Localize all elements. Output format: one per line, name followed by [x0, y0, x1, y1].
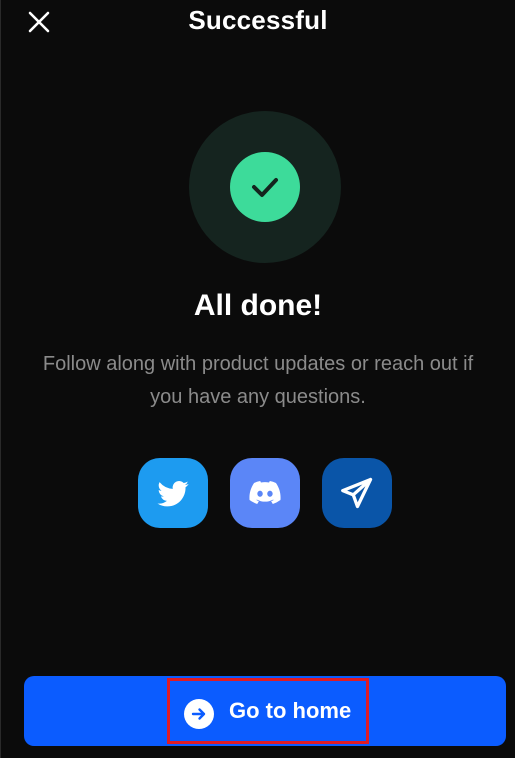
arrow-right-circle — [184, 699, 214, 729]
success-screen: Successful All done! Follow along with p… — [0, 0, 515, 758]
twitter-button[interactable] — [138, 458, 208, 528]
discord-button[interactable] — [230, 458, 300, 528]
header: Successful — [1, 0, 515, 44]
arrow-right-icon — [191, 708, 206, 720]
go-home-button-highlight[interactable]: Go to home — [167, 678, 369, 744]
success-badge — [189, 111, 341, 263]
telegram-button[interactable] — [322, 458, 392, 528]
success-circle — [230, 152, 300, 222]
page-title: Successful — [188, 5, 328, 35]
status-message: Follow along with product updates or rea… — [42, 353, 474, 408]
twitter-icon — [157, 481, 189, 507]
go-home-label: Go to home — [229, 698, 352, 723]
go-home-button[interactable]: Go to home — [24, 676, 506, 746]
discord-icon — [249, 481, 281, 504]
telegram-icon — [341, 477, 373, 509]
status-headline: All done! — [193, 289, 323, 322]
social-links — [138, 458, 392, 528]
checkmark-icon — [252, 178, 278, 197]
